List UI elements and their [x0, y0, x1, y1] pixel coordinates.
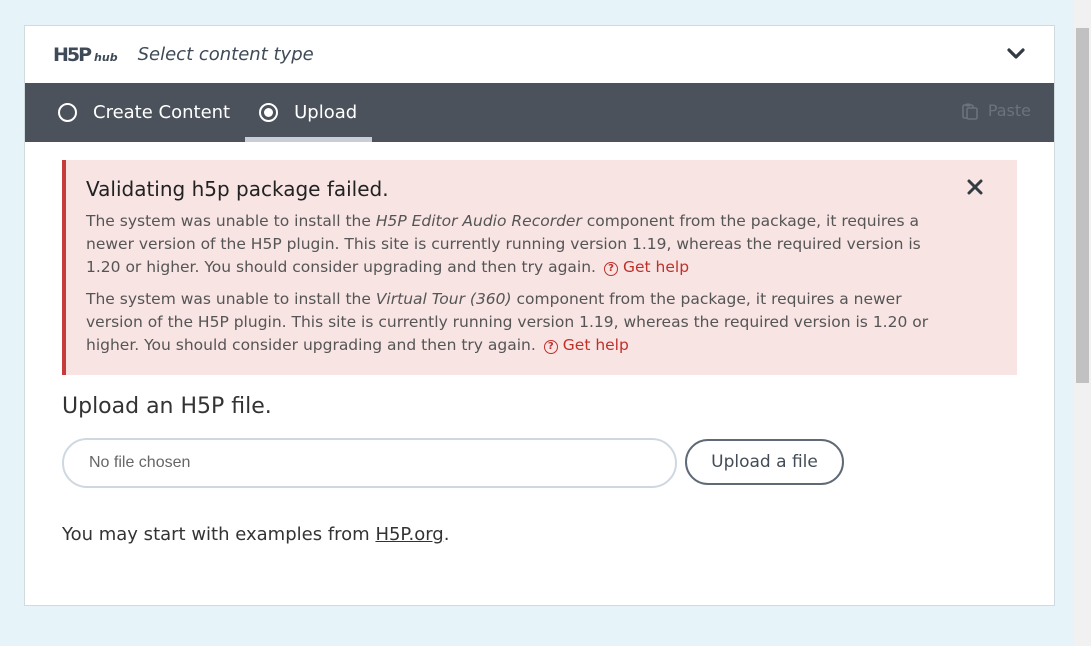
message-text: The system was unable to install the	[86, 290, 376, 308]
component-name: H5P Editor Audio Recorder	[375, 212, 582, 230]
clipboard-icon	[962, 103, 978, 120]
h5p-hub: H5P hub Select content type Create Conte…	[24, 25, 1055, 606]
radio-unchecked-icon	[58, 103, 77, 122]
hub-header[interactable]: H5P hub Select content type	[25, 26, 1054, 83]
hub-title: Select content type	[137, 44, 314, 65]
examples-suffix: .	[443, 524, 450, 545]
get-help-label: Get help	[623, 258, 690, 276]
get-help-link[interactable]: ? Get help	[543, 336, 629, 354]
scrollbar[interactable]	[1074, 0, 1091, 646]
scrollbar-thumb[interactable]	[1076, 28, 1089, 383]
chevron-down-icon[interactable]	[1006, 46, 1026, 62]
component-name: Virtual Tour (360)	[375, 290, 512, 308]
h5p-hub-logo: H5P hub	[53, 44, 118, 66]
upload-file-button[interactable]: Upload a file	[685, 439, 844, 485]
tab-upload[interactable]: Upload	[245, 83, 373, 142]
radio-checked-icon	[259, 103, 279, 122]
help-icon: ?	[543, 340, 558, 354]
alert-message: The system was unable to install the H5P…	[86, 210, 956, 279]
help-icon: ?	[604, 262, 618, 276]
message-text: The system was unable to install the	[86, 212, 376, 230]
alert-message: The system was unable to install the Vir…	[86, 288, 956, 357]
error-alert: Validating h5p package failed. The syste…	[62, 160, 1017, 375]
tab-bar: Create Content Upload Paste	[25, 83, 1054, 142]
get-help-link[interactable]: ? Get help	[604, 258, 689, 276]
logo-main-text: H5P	[53, 43, 92, 66]
tab-create-content[interactable]: Create Content	[25, 83, 245, 142]
get-help-label: Get help	[562, 336, 629, 354]
logo-sub-text: hub	[94, 50, 118, 64]
close-icon[interactable]	[967, 179, 983, 195]
paste-label: Paste	[987, 101, 1031, 120]
h5p-org-link[interactable]: H5P.org	[375, 524, 443, 545]
upload-heading: Upload an H5P file.	[62, 394, 272, 419]
alert-title: Validating h5p package failed.	[86, 177, 389, 201]
file-input[interactable]: No file chosen	[62, 438, 677, 488]
examples-prefix: You may start with examples from	[62, 524, 376, 545]
file-placeholder: No file chosen	[89, 454, 191, 471]
paste-button[interactable]: Paste	[961, 101, 1031, 120]
examples-text: You may start with examples from H5P.org…	[62, 524, 449, 545]
tab-label: Create Content	[93, 102, 231, 123]
tab-label: Upload	[294, 102, 358, 123]
